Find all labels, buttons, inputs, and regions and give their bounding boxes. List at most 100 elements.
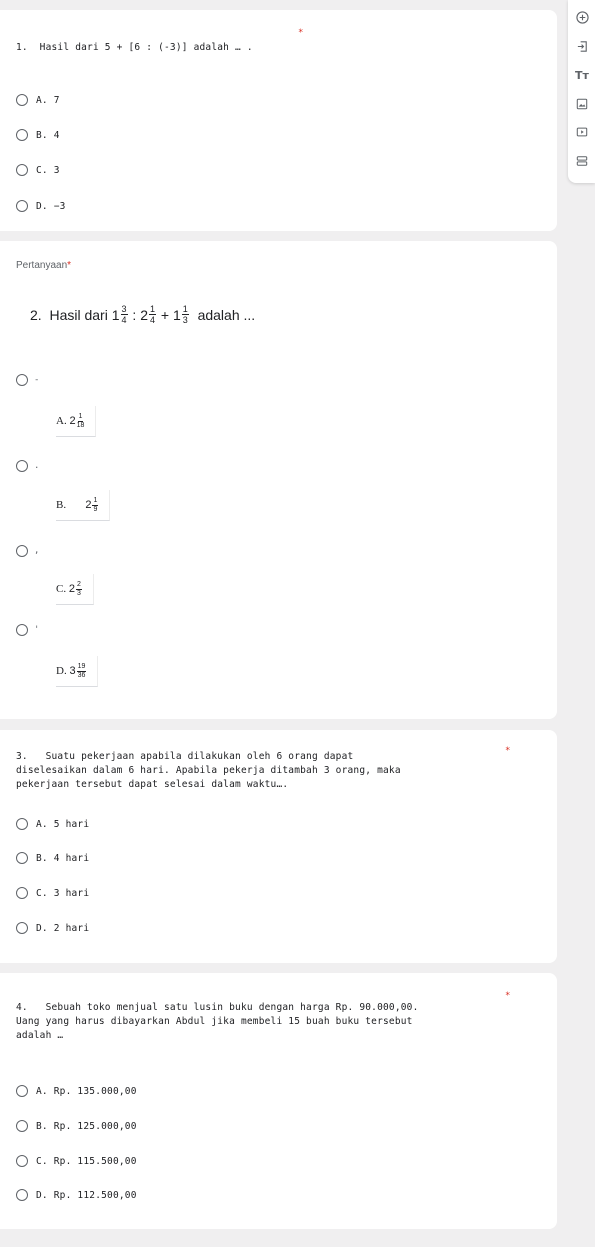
option-image-d: D. 3 19 36 bbox=[56, 656, 99, 687]
whole-number: 1 bbox=[111, 306, 120, 323]
option-image-b: B. 219 bbox=[56, 490, 111, 521]
import-questions-icon[interactable] bbox=[575, 39, 589, 53]
numerator: 3 bbox=[120, 304, 128, 315]
question-card-1: * 1. Hasil dari 5 + [6 : (-3)] adalah … … bbox=[0, 10, 557, 231]
denominator: 36 bbox=[77, 671, 86, 679]
whole-number: 2 bbox=[85, 499, 92, 511]
add-image-icon[interactable] bbox=[575, 97, 589, 111]
option-label: . bbox=[34, 461, 40, 471]
option-label: , bbox=[34, 546, 40, 556]
option-letter: D. bbox=[56, 665, 67, 677]
option-c[interactable]: C. 3 hari bbox=[16, 885, 89, 901]
question-number: 2. bbox=[30, 306, 42, 323]
required-asterisk: * bbox=[67, 260, 72, 271]
option-d[interactable]: D. Rp. 112.500,00 bbox=[16, 1187, 137, 1203]
numerator: 1 bbox=[77, 412, 84, 422]
numerator: 19 bbox=[76, 662, 87, 672]
option-a[interactable]: A. 7 bbox=[16, 92, 60, 108]
option-label: D. Rp. 112.500,00 bbox=[36, 1189, 137, 1201]
option-a[interactable]: - bbox=[16, 372, 39, 388]
numerator: 2 bbox=[75, 580, 82, 590]
radio-button[interactable] bbox=[16, 887, 28, 899]
option-a[interactable]: A. 5 hari bbox=[16, 816, 89, 832]
add-section-icon[interactable] bbox=[575, 154, 589, 168]
option-c[interactable]: C. 3 bbox=[16, 162, 60, 178]
radio-button[interactable] bbox=[16, 94, 28, 106]
option-d[interactable]: ' bbox=[16, 622, 39, 638]
option-c[interactable]: C. Rp. 115.500,00 bbox=[16, 1153, 137, 1169]
radio-button[interactable] bbox=[16, 818, 28, 830]
option-b[interactable]: B. 4 bbox=[16, 127, 60, 143]
fraction: 13 bbox=[181, 304, 189, 325]
option-label: D. −3 bbox=[36, 200, 66, 212]
denominator: 9 bbox=[93, 505, 98, 513]
option-letter: A. bbox=[56, 415, 67, 427]
question-stem: 2. Hasil dari 1 34 : 2 14 + 1 13 adalah … bbox=[30, 304, 255, 325]
radio-button[interactable] bbox=[16, 1120, 28, 1132]
question-text: 4. Sebuah toko menjual satu lusin buku d… bbox=[16, 1002, 419, 1041]
option-label: B. 4 bbox=[36, 129, 60, 141]
radio-button[interactable] bbox=[16, 1085, 28, 1097]
add-title-icon[interactable]: Tт bbox=[575, 68, 589, 82]
option-b[interactable]: B. 4 hari bbox=[16, 850, 89, 866]
fraction: 19 bbox=[92, 496, 99, 514]
option-label: A. 5 hari bbox=[36, 818, 90, 830]
fraction: 23 bbox=[75, 580, 82, 598]
denominator: 18 bbox=[76, 421, 85, 429]
add-question-icon[interactable] bbox=[575, 10, 589, 24]
option-label: A. 7 bbox=[36, 94, 60, 106]
title-glyph: Tт bbox=[575, 68, 589, 82]
radio-button[interactable] bbox=[16, 545, 28, 557]
radio-button[interactable] bbox=[16, 460, 28, 472]
operator: : bbox=[132, 306, 137, 323]
option-label: A. Rp. 135.000,00 bbox=[36, 1085, 137, 1097]
operator: + bbox=[160, 306, 170, 323]
radio-button[interactable] bbox=[16, 164, 28, 176]
radio-button[interactable] bbox=[16, 200, 28, 212]
stem-prefix: Hasil dari bbox=[49, 306, 108, 323]
option-label: B. Rp. 125.000,00 bbox=[36, 1120, 137, 1132]
option-label: ' bbox=[34, 625, 40, 635]
whole-number: 2 bbox=[68, 583, 75, 595]
option-b[interactable]: B. Rp. 125.000,00 bbox=[16, 1118, 137, 1134]
fraction: 34 bbox=[120, 304, 128, 325]
option-letter: C. bbox=[56, 583, 67, 595]
radio-button[interactable] bbox=[16, 374, 28, 386]
fraction: 19 36 bbox=[76, 662, 87, 680]
numerator: 1 bbox=[92, 496, 99, 506]
denominator: 3 bbox=[182, 315, 188, 325]
question-toolbar: Tт bbox=[568, 0, 595, 183]
numerator: 1 bbox=[149, 304, 157, 315]
option-label: C. 3 hari bbox=[36, 887, 90, 899]
radio-button[interactable] bbox=[16, 624, 28, 636]
stem-suffix: adalah ... bbox=[197, 306, 256, 323]
option-image-c: C. 223 bbox=[56, 574, 94, 605]
question-card-3: * 3. Suatu pekerjaan apabila dilakukan o… bbox=[0, 730, 557, 963]
numerator: 1 bbox=[181, 304, 189, 315]
radio-button[interactable] bbox=[16, 1155, 28, 1167]
radio-button[interactable] bbox=[16, 852, 28, 864]
whole-number: 2 bbox=[69, 415, 76, 427]
option-image-a: A. 2 1 18 bbox=[56, 406, 97, 437]
option-d[interactable]: D. 2 hari bbox=[16, 920, 89, 936]
required-asterisk: * bbox=[298, 28, 304, 38]
option-d[interactable]: D. −3 bbox=[16, 198, 66, 214]
option-a[interactable]: A. Rp. 135.000,00 bbox=[16, 1083, 137, 1099]
fraction: 1 18 bbox=[77, 413, 85, 430]
question-title: Pertanyaan* bbox=[16, 260, 71, 271]
whole-number: 1 bbox=[172, 306, 181, 323]
add-video-icon[interactable] bbox=[575, 125, 589, 139]
option-b[interactable]: . bbox=[16, 458, 39, 474]
radio-button[interactable] bbox=[16, 922, 28, 934]
question-text: 3. Suatu pekerjaan apabila dilakukan ole… bbox=[16, 751, 401, 790]
radio-button[interactable] bbox=[16, 129, 28, 141]
required-asterisk: * bbox=[505, 991, 511, 1001]
option-label: - bbox=[34, 375, 40, 385]
option-letter: B. bbox=[56, 499, 67, 511]
whole-number: 2 bbox=[140, 306, 148, 323]
denominator: 4 bbox=[150, 315, 156, 325]
option-label: B. 4 hari bbox=[36, 852, 90, 864]
radio-button[interactable] bbox=[16, 1189, 28, 1201]
option-c[interactable]: , bbox=[16, 543, 39, 559]
question-title-text: Pertanyaan bbox=[16, 260, 68, 271]
